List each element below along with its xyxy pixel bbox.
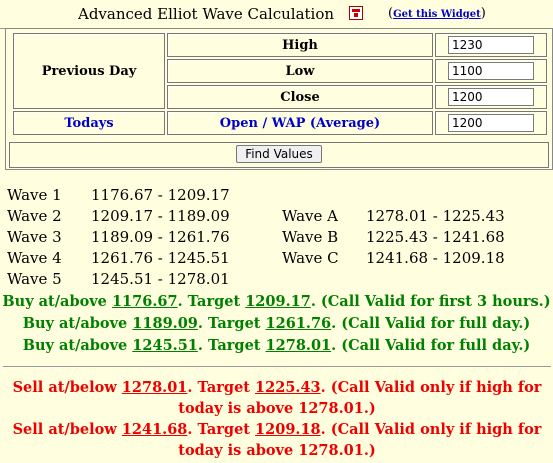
low-label: Low <box>167 59 433 83</box>
sell-call-continuation: today is above 1278.01.) <box>178 400 376 417</box>
wave-row: Wave B 1225.43 - 1241.68 <box>282 228 505 246</box>
button-row: Find Values <box>9 142 549 168</box>
sell-call: Sell at/below 1278.01. Target 1225.43. (… <box>12 379 542 396</box>
wave-row: Wave 5 1245.51 - 1278.01 <box>7 270 230 288</box>
previous-day-label: Previous Day <box>13 33 165 109</box>
calculation-form: Previous Day High Low Close Todays Open … <box>5 28 553 170</box>
buy-call: Buy at/above 1189.09. Target 1261.76. (C… <box>22 315 531 332</box>
buy-call: Buy at/above 1176.67. Target 1209.17. (C… <box>2 293 551 310</box>
wave-row: Wave 2 1209.17 - 1189.09 <box>7 207 230 225</box>
widget-grid-icon[interactable] <box>349 6 363 20</box>
get-widget: (Get this Widget) <box>388 6 486 21</box>
find-values-button[interactable]: Find Values <box>236 145 322 163</box>
waves-right: Wave A 1278.01 - 1225.43 Wave B 1225.43 - … <box>282 207 505 270</box>
sell-call-continuation: today is above 1278.01.) <box>178 442 376 459</box>
open-input-cell <box>435 111 547 135</box>
input-table: Previous Day High Low Close Todays Open … <box>11 31 549 137</box>
open-wap-label: Open / WAP (Average) <box>167 111 433 135</box>
close-input[interactable] <box>448 88 534 106</box>
wave-row: Wave 3 1189.09 - 1261.76 <box>7 228 230 246</box>
get-widget-link[interactable]: Get this Widget <box>393 9 481 20</box>
wave-row: Wave C 1241.68 - 1209.18 <box>282 249 505 267</box>
wave-row: Wave 1 1176.67 - 1209.17 <box>7 186 230 204</box>
high-label: High <box>167 33 433 57</box>
buy-calls: Buy at/above 1176.67. Target 1209.17. (C… <box>0 293 553 359</box>
sell-call: Sell at/below 1241.68. Target 1209.18. (… <box>12 421 542 438</box>
low-input[interactable] <box>448 62 534 80</box>
close-label: Close <box>167 85 433 109</box>
sell-calls: Sell at/below 1278.01. Target 1225.43. (… <box>3 366 551 463</box>
high-input[interactable] <box>448 36 534 54</box>
low-input-cell <box>435 59 547 83</box>
wave-row: Wave 4 1261.76 - 1245.51 <box>7 249 230 267</box>
high-input-cell <box>435 33 547 57</box>
open-wap-input[interactable] <box>448 114 534 132</box>
page-title: Advanced Elliot Wave Calculation <box>78 5 335 23</box>
buy-call: Buy at/above 1245.51. Target 1278.01. (C… <box>22 337 531 354</box>
close-input-cell <box>435 85 547 109</box>
todays-label: Todays <box>13 111 165 135</box>
widget-header: Advanced Elliot Wave Calculation (Get th… <box>0 0 553 29</box>
wave-row: Wave A 1278.01 - 1225.43 <box>282 207 505 225</box>
waves-left: Wave 1 1176.67 - 1209.17 Wave 2 1209.17 - … <box>7 186 230 291</box>
